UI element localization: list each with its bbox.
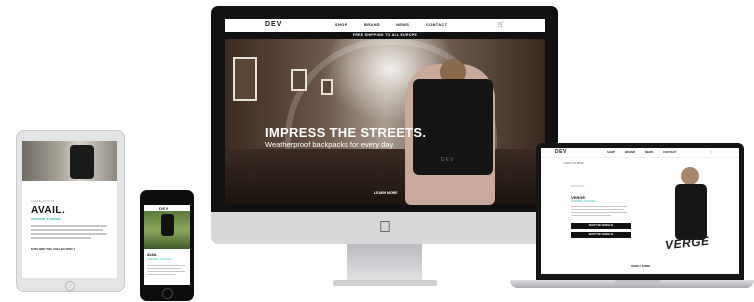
imac-screen: DEV SHOP BRAND NEWS CONTACT 🛒 FREE SHIPP…: [225, 19, 545, 205]
laptop-text-line: [571, 215, 611, 216]
wall-frame: [291, 69, 307, 91]
phone-backpack: [161, 214, 174, 236]
laptop-product-subtitle: CONTROL & GOODS: [571, 200, 596, 203]
laptop-model-head: [681, 167, 699, 185]
tablet-collection-label: COLLECTION 01: [31, 199, 55, 203]
scroll-down-link[interactable]: SCROLL DOWN: [631, 265, 650, 268]
learn-more-link[interactable]: LEARN MORE: [374, 191, 398, 195]
laptop-logo[interactable]: DEV: [555, 149, 567, 155]
nav-brand[interactable]: BRAND: [364, 22, 380, 27]
hero-image: DEV: [225, 39, 545, 205]
cart-icon[interactable]: 🛒: [497, 21, 504, 28]
site-logo[interactable]: DEV: [265, 21, 282, 28]
tablet-title: AVAIL.: [31, 205, 66, 216]
apple-icon: : [377, 219, 393, 237]
phone-subtitle: CONTROL & GOODS: [147, 258, 172, 261]
hero-title: IMPRESS THE STREETS.: [265, 125, 427, 140]
laptop-text-line: [571, 212, 627, 213]
laptop-cart-icon[interactable]: 🛒: [709, 150, 712, 154]
nav-news[interactable]: NEWS: [396, 22, 409, 27]
tablet-text-line: [31, 237, 91, 239]
phone-screen: DEV AVAIL CONTROL & GOODS: [144, 205, 190, 285]
shipping-banner: FREE SHIPPING TO ALL EUROPE: [225, 32, 545, 39]
tablet-backpack: [70, 145, 94, 179]
phone-title: AVAIL: [147, 253, 157, 257]
laptop-notch: [615, 280, 661, 283]
wall-frame: [321, 79, 333, 95]
tablet-screen: COLLECTION 01 AVAIL. CONTROL & GOODS EXP…: [22, 141, 117, 278]
escalator: [225, 149, 545, 205]
shop-verge-02-button[interactable]: SHOP THE VERGE 02: [571, 232, 631, 238]
tablet-subtitle: CONTROL & GOODS: [31, 217, 61, 221]
imac-foot: [333, 280, 437, 286]
wall-frame: [233, 57, 257, 101]
tablet-text-line: [31, 233, 107, 235]
imac-stand: [347, 244, 422, 282]
tablet-text-line: [31, 225, 107, 227]
laptop-backpack: [675, 184, 707, 240]
nav-contact[interactable]: CONTACT: [426, 22, 447, 27]
laptop-nav-news[interactable]: NEWS: [645, 150, 653, 154]
bag-logo: DEV: [441, 157, 455, 163]
phone-text-line: [147, 274, 175, 275]
laptop-category-label: BACKPACK: [571, 185, 585, 188]
verge-wordmark: VERGE: [664, 233, 711, 253]
explore-collection-link[interactable]: EXPLORE THE COLLECTION 1: [31, 247, 75, 251]
laptop-text-line: [571, 209, 623, 210]
phone-text-line: [147, 265, 185, 266]
phone-text-line: [147, 271, 185, 272]
hero-subtitle: Weatherproof backpacks for every day.: [265, 140, 395, 149]
laptop-nav: DEV SHOP BRAND NEWS CONTACT 🛒: [541, 148, 739, 158]
site-nav: DEV SHOP BRAND NEWS CONTACT 🛒: [225, 19, 545, 33]
laptop-screen: DEV SHOP BRAND NEWS CONTACT 🛒 < BACK TO …: [541, 148, 739, 274]
laptop-nav-brand[interactable]: BRAND: [625, 150, 635, 154]
phone-home-button: [162, 288, 173, 299]
tablet-text-line: [31, 229, 103, 231]
laptop-text-line: [571, 206, 627, 207]
shop-verge-01-button[interactable]: SHOP THE VERGE 01: [571, 223, 631, 229]
tablet-home-button: [65, 281, 75, 291]
laptop-nav-contact[interactable]: CONTACT: [663, 150, 676, 154]
laptop-nav-shop[interactable]: SHOP: [607, 150, 615, 154]
phone-text-line: [147, 268, 181, 269]
back-to-shop-link[interactable]: < BACK TO SHOP: [563, 162, 584, 165]
nav-shop[interactable]: SHOP: [335, 22, 348, 27]
